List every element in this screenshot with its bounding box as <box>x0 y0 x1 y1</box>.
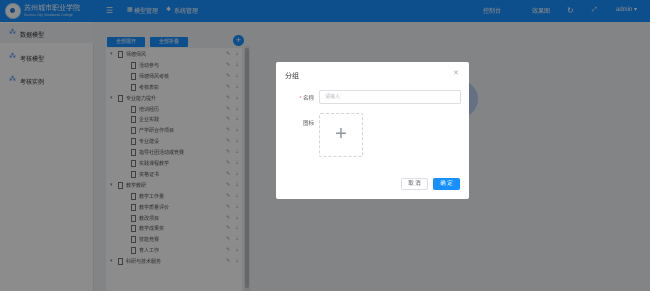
required-mark: * <box>299 96 302 102</box>
confirm-button[interactable]: 确 定 <box>433 178 460 190</box>
dialog-title: 分组 <box>285 73 299 80</box>
name-label-text: 名称 <box>302 96 314 102</box>
name-input[interactable] <box>319 90 461 104</box>
close-icon[interactable]: ✕ <box>453 69 459 77</box>
name-label: * 名称 <box>284 94 314 102</box>
icon-label: 图标 <box>302 121 314 127</box>
icon-upload[interactable]: + <box>319 113 363 157</box>
plus-icon: + <box>335 123 347 145</box>
cancel-button[interactable]: 取 消 <box>401 178 428 190</box>
group-dialog: 分组 ✕ * 名称 图标 + 取 消 确 定 <box>276 62 469 199</box>
